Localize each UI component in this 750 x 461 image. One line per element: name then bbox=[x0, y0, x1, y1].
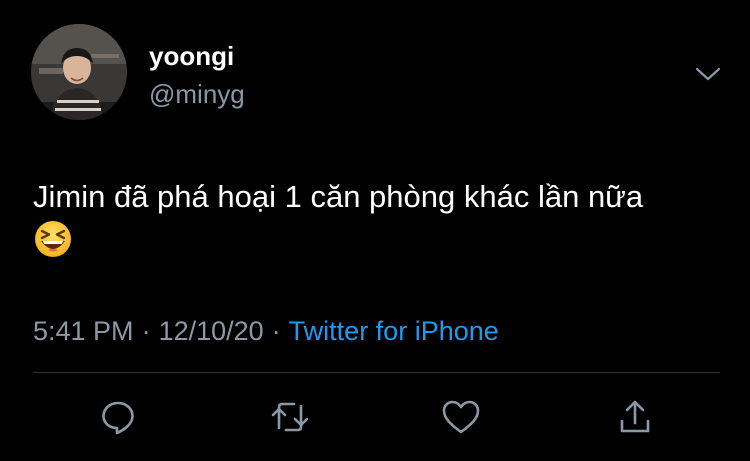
reply-button[interactable] bbox=[96, 395, 140, 439]
reply-icon bbox=[102, 401, 134, 435]
like-icon bbox=[442, 400, 480, 434]
retweet-icon bbox=[271, 402, 309, 432]
avatar[interactable] bbox=[31, 24, 127, 120]
laughing-face-icon bbox=[33, 219, 73, 259]
separator: · bbox=[141, 316, 151, 346]
user-handle[interactable]: @minyg bbox=[149, 78, 245, 110]
tweet-text: Jimin đã phá hoại 1 căn phòng khác lần n… bbox=[33, 175, 733, 263]
tweet-date: 12/10/20 bbox=[158, 316, 264, 346]
separator: · bbox=[271, 316, 281, 346]
like-button[interactable] bbox=[439, 395, 483, 439]
tweet-meta: 5:41 PM · 12/10/20 · Twitter for iPhone bbox=[33, 313, 499, 349]
tweet-source-link[interactable]: Twitter for iPhone bbox=[289, 316, 499, 346]
tweet-time: 5:41 PM bbox=[33, 316, 134, 346]
divider bbox=[33, 372, 720, 373]
retweet-button[interactable] bbox=[268, 395, 312, 439]
share-button[interactable] bbox=[613, 395, 657, 439]
avatar-photo bbox=[31, 24, 127, 120]
display-name[interactable]: yoongi bbox=[149, 40, 234, 72]
tweet-body: Jimin đã phá hoại 1 căn phòng khác lần n… bbox=[33, 179, 644, 214]
share-icon bbox=[620, 400, 650, 433]
chevron-down-icon[interactable] bbox=[694, 64, 722, 84]
